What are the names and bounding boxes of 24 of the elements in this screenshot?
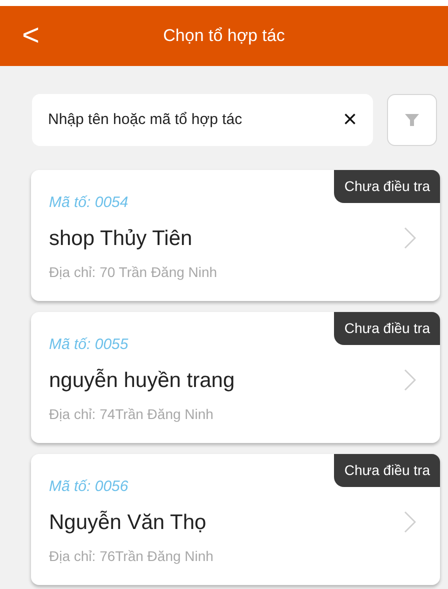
group-name: shop Thủy Tiên — [49, 226, 192, 252]
group-address: Địa chỉ: 70 Trần Đăng Ninh — [49, 263, 218, 282]
chevron-right-icon — [404, 369, 416, 391]
group-card[interactable]: Chưa điều tra Mã tố: 0054 shop Thủy Tiên Địa chỉ: 70 Trần Đăng Ninh — [31, 170, 440, 301]
search-field[interactable]: Nhập tên hoặc mã tổ hợp tác × — [32, 94, 373, 146]
group-code: Mã tố: 0056 — [49, 477, 128, 497]
status-badge: Chưa điều tra — [334, 170, 440, 203]
group-name: nguyễn huyền trang — [49, 368, 235, 394]
group-address: Địa chỉ: 76Trần Đăng Ninh — [49, 547, 214, 566]
status-badge: Chưa điều tra — [334, 454, 440, 487]
filter-button[interactable] — [387, 94, 437, 146]
group-code: Mã tố: 0055 — [49, 335, 128, 355]
chevron-right-icon — [404, 227, 416, 249]
group-card[interactable]: Chưa điều tra Mã tố: 0056 Nguyễn Văn Thọ Địa chỉ: 76Trần Đăng Ninh — [31, 454, 440, 585]
status-badge: Chưa điều tra — [334, 312, 440, 345]
clear-button[interactable]: × — [342, 108, 357, 132]
filter-icon — [405, 114, 419, 126]
group-code: Mã tố: 0054 — [49, 193, 128, 213]
group-name: Nguyễn Văn Thọ — [49, 510, 206, 536]
chevron-right-icon — [404, 511, 416, 533]
group-address: Địa chỉ: 74Trần Đăng Ninh — [49, 405, 214, 424]
screen-title: Chọn tổ hợp tác — [163, 25, 285, 48]
back-button[interactable]: < — [22, 21, 40, 51]
group-card[interactable]: Chưa điều tra Mã tố: 0055 nguyễn huyền trang Địa chỉ: 74Trần Đăng Ninh — [31, 312, 440, 443]
